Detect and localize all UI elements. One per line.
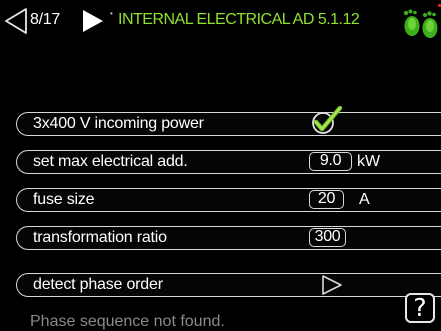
back-arrow-icon[interactable] bbox=[4, 8, 28, 34]
max-electrical-add-value[interactable]: 9.0 bbox=[309, 152, 352, 171]
phase-status-message: Phase sequence not found. bbox=[30, 313, 225, 330]
display-screen: 8/17 • INTERNAL ELECTRICAL AD 5.1.12 3x4… bbox=[0, 0, 441, 331]
menu-row-max-electrical-add[interactable]: set max electrical add. 9.0 kW bbox=[16, 150, 441, 174]
footprints-logo-icon bbox=[403, 4, 441, 38]
title-marker: • bbox=[110, 9, 113, 18]
detect-phase-order-label: detect phase order bbox=[33, 276, 163, 293]
fuse-size-unit: A bbox=[359, 191, 370, 208]
fuse-size-label: fuse size bbox=[33, 191, 95, 208]
menu-title: INTERNAL ELECTRICAL AD 5.1.12 bbox=[118, 11, 360, 28]
arrow-right-icon[interactable] bbox=[321, 274, 343, 296]
help-button[interactable]: ? bbox=[405, 293, 435, 323]
incoming-power-label: 3x400 V incoming power bbox=[33, 115, 204, 132]
max-electrical-add-unit: kW bbox=[357, 153, 381, 170]
page-indicator: 8/17 bbox=[30, 11, 60, 28]
checkmark-icon[interactable] bbox=[309, 106, 343, 136]
menu-row-fuse-size[interactable]: fuse size 20 A bbox=[16, 188, 441, 212]
menu-row-incoming-power[interactable]: 3x400 V incoming power bbox=[16, 106, 441, 136]
transformation-ratio-value[interactable]: 300 bbox=[309, 228, 346, 247]
fuse-size-value[interactable]: 20 bbox=[309, 190, 344, 209]
max-electrical-add-label: set max electrical add. bbox=[33, 153, 188, 170]
transformation-ratio-label: transformation ratio bbox=[33, 229, 167, 246]
next-arrow-icon[interactable] bbox=[82, 9, 104, 33]
menu-row-detect-phase-order[interactable]: detect phase order bbox=[16, 273, 441, 297]
menu-row-transformation-ratio[interactable]: transformation ratio 300 bbox=[16, 226, 441, 250]
